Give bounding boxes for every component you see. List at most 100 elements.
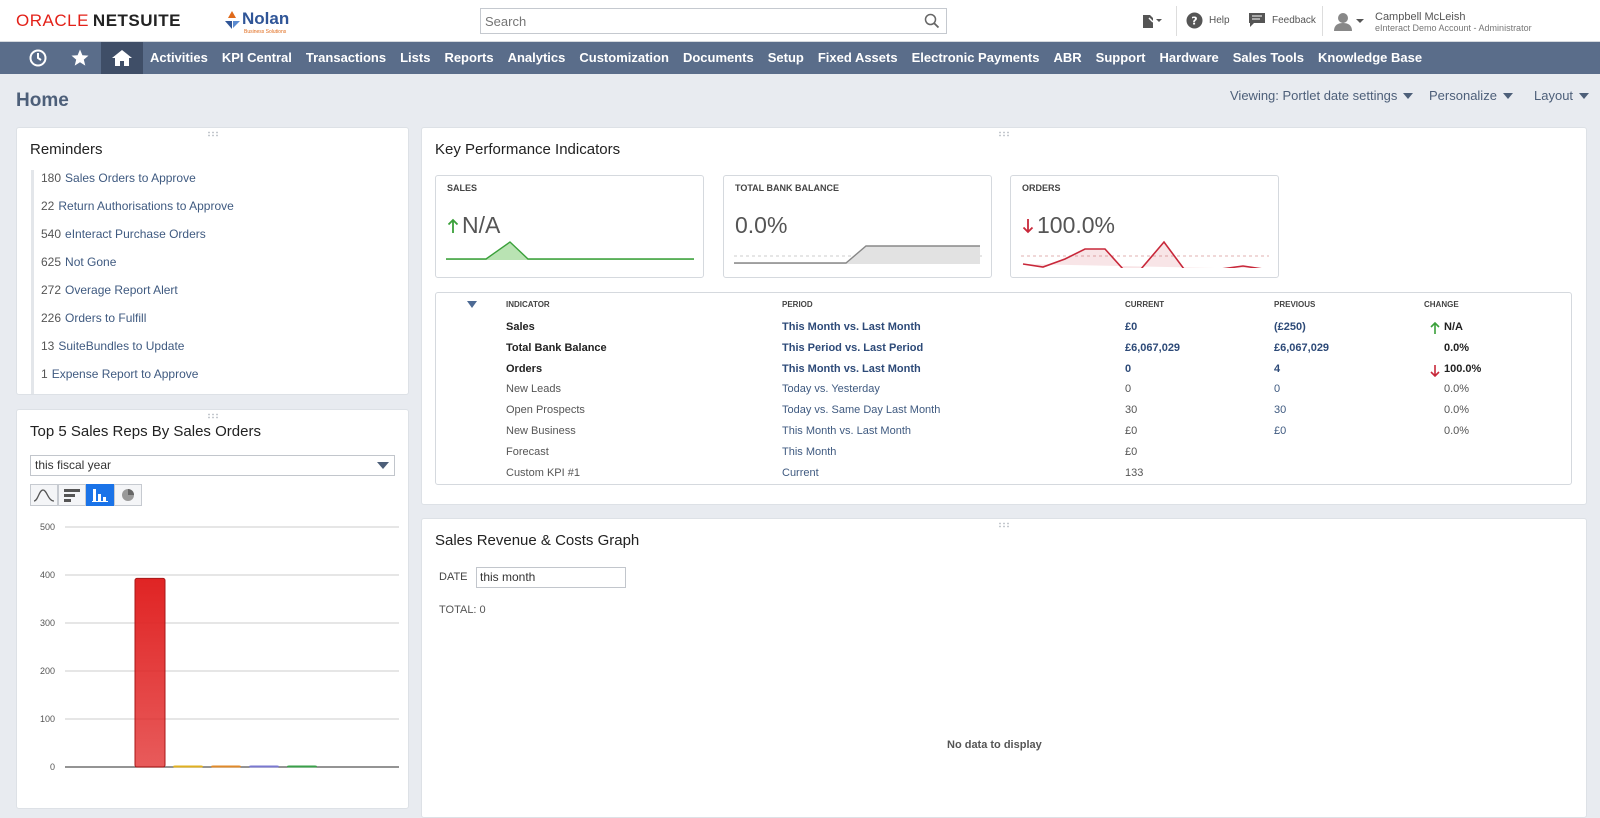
kpi-period[interactable]: This Month vs. Last Month [782,425,911,437]
kpi-current: £0 [1125,445,1138,458]
nav-item-reports[interactable]: Reports [444,42,493,74]
sales-reps-bar-chart: 0 100 200 300 400 500 [40,522,399,772]
kpi-table: INDICATOR PERIOD CURRENT PREVIOUS CHANGE… [435,292,1572,485]
star-icon [71,49,89,66]
reminder-item[interactable]: 540 eInteract Purchase Orders [31,226,234,254]
bar-2[interactable] [211,765,241,768]
kpi-previous[interactable]: 30 [1274,404,1286,416]
home-button[interactable] [101,42,143,74]
kpi-period[interactable]: This Month vs. Last Month [782,363,921,375]
kpi-card-sales[interactable]: SALES N/A [435,175,704,278]
reminder-item[interactable]: 13 SuiteBundles to Update [31,338,234,366]
horizontal-bar-type-button[interactable] [58,484,86,506]
kpi-period[interactable]: Today vs. Yesterday [782,383,880,395]
bank-balance-sparkline [734,245,982,264]
nav-item-kpi-central[interactable]: KPI Central [222,42,292,74]
reminder-item[interactable]: 226 Orders to Fulfill [31,310,234,338]
drag-handle-icon[interactable] [998,131,1010,137]
user-name[interactable]: Campbell McLeish [1375,11,1465,23]
kpi-previous[interactable]: 4 [1274,363,1280,375]
kpi-indicator: Total Bank Balance [506,341,607,354]
kpi-previous[interactable]: £0 [1274,425,1286,437]
help-button[interactable]: ? Help [1186,12,1230,29]
kpi-card-label: ORDERS [1022,183,1061,193]
y-tick-label: 400 [40,570,55,580]
nav-item-activities[interactable]: Activities [150,42,208,74]
recent-records-button[interactable] [1140,12,1164,30]
reminders-list: 180 Sales Orders to Approve 22 Return Autho… [31,170,234,394]
collapse-caret-icon[interactable] [467,301,477,309]
reminder-label[interactable]: Overage Report Alert [65,283,178,297]
global-search[interactable] [480,8,947,34]
nav-item-knowledge-base[interactable]: Knowledge Base [1318,42,1422,74]
bar-0[interactable] [134,577,166,768]
nav-item-setup[interactable]: Setup [768,42,804,74]
kpi-card-label: SALES [447,183,478,193]
recent-history-button[interactable] [17,42,59,74]
reminder-item[interactable]: 272 Overage Report Alert [31,282,234,310]
nav-item-abr[interactable]: ABR [1053,42,1081,74]
reminder-count: 272 [41,283,62,297]
reminder-item[interactable]: 22 Return Authorisations to Approve [31,198,234,226]
drag-handle-icon[interactable] [206,413,219,419]
personalize-dropdown[interactable]: Personalize [1429,88,1513,103]
kpi-current[interactable]: £0 [1125,321,1137,333]
kpi-current[interactable]: 0 [1125,363,1131,375]
viewing-date-settings-dropdown[interactable]: Viewing: Portlet date settings [1230,88,1414,103]
no-data-message: No data to display [947,739,1042,751]
nav-item-documents[interactable]: Documents [683,42,754,74]
nav-item-sales-tools[interactable]: Sales Tools [1233,42,1304,74]
nav-item-fixed-assets[interactable]: Fixed Assets [818,42,898,74]
nav-item-electronic-payments[interactable]: Electronic Payments [912,42,1040,74]
kpi-current[interactable]: £6,067,029 [1125,342,1180,354]
nav-item-transactions[interactable]: Transactions [306,42,386,74]
reminder-item[interactable]: 180 Sales Orders to Approve [31,170,234,198]
kpi-previous[interactable]: (£250) [1274,321,1306,333]
reminder-label[interactable]: SuiteBundles to Update [58,339,184,353]
reminder-label[interactable]: Sales Orders to Approve [65,171,196,185]
main-navigation: Activities KPI Central Transactions Lists Re… [0,42,1600,74]
search-input[interactable] [481,9,901,33]
bar-3[interactable] [249,765,279,768]
user-menu-button[interactable] [1332,11,1366,31]
reminder-label[interactable]: Not Gone [65,255,116,269]
reminder-item[interactable]: 625 Not Gone [31,254,234,282]
layout-dropdown[interactable]: Layout [1534,88,1590,103]
reminder-label[interactable]: Expense Report to Approve [52,367,199,381]
reminder-label[interactable]: Orders to Fulfill [65,311,146,325]
search-icon[interactable] [924,13,940,29]
column-chart-type-button[interactable] [86,484,114,506]
pie-chart-type-button[interactable] [114,484,142,506]
nav-item-support[interactable]: Support [1096,42,1146,74]
drag-handle-icon[interactable] [206,131,219,137]
date-filter-input[interactable]: this month [476,567,626,588]
bar-4[interactable] [287,765,317,768]
kpi-period[interactable]: Today vs. Same Day Last Month [782,404,940,416]
kpi-previous[interactable]: £6,067,029 [1274,342,1329,354]
reminder-label[interactable]: eInteract Purchase Orders [65,227,206,241]
nav-item-lists[interactable]: Lists [400,42,430,74]
line-chart-type-button[interactable] [30,484,58,506]
partner-logo: Nolan Business Solutions [222,7,302,35]
nav-item-hardware[interactable]: Hardware [1159,42,1218,74]
period-select[interactable]: this fiscal year [30,455,395,476]
kpi-period[interactable]: This Month vs. Last Month [782,321,921,333]
kpi-period[interactable]: Current [782,467,819,479]
svg-text:?: ? [1191,15,1197,28]
kpi-period[interactable]: This Month [782,446,836,458]
chevron-down-icon [1403,92,1414,99]
kpi-previous[interactable]: 0 [1274,383,1280,395]
shortcuts-button[interactable] [59,42,101,74]
reminder-item[interactable]: 1 Expense Report to Approve [31,366,234,394]
drag-handle-icon[interactable] [998,522,1010,528]
netsuite-logo[interactable]: ORACLE NETSUITE [16,11,181,31]
nav-item-customization[interactable]: Customization [579,42,669,74]
kpi-card-total-bank-balance[interactable]: TOTAL BANK BALANCE 0.0% [723,175,992,278]
feedback-button[interactable]: Feedback [1248,12,1316,28]
user-role[interactable]: eInteract Demo Account - Administrator [1375,23,1532,33]
kpi-card-orders[interactable]: ORDERS 100.0% [1010,175,1279,278]
bar-1[interactable] [173,765,203,768]
nav-item-analytics[interactable]: Analytics [508,42,566,74]
reminder-label[interactable]: Return Authorisations to Approve [58,199,233,213]
kpi-period[interactable]: This Period vs. Last Period [782,342,923,354]
